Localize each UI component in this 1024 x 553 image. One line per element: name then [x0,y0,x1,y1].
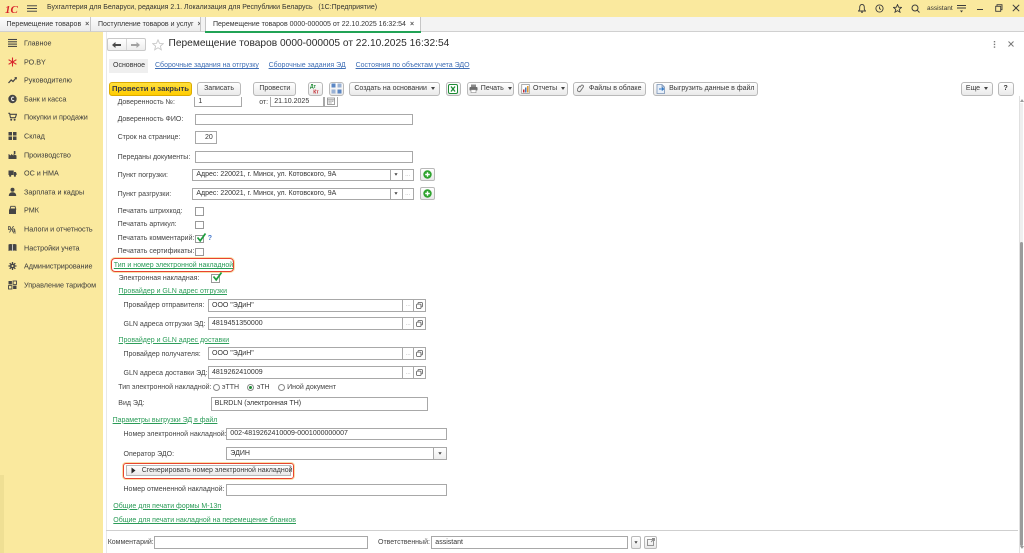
svg-text:1С: 1С [5,4,19,15]
svg-text:а: а [13,229,16,233]
svg-text:Кт: Кт [313,89,319,94]
